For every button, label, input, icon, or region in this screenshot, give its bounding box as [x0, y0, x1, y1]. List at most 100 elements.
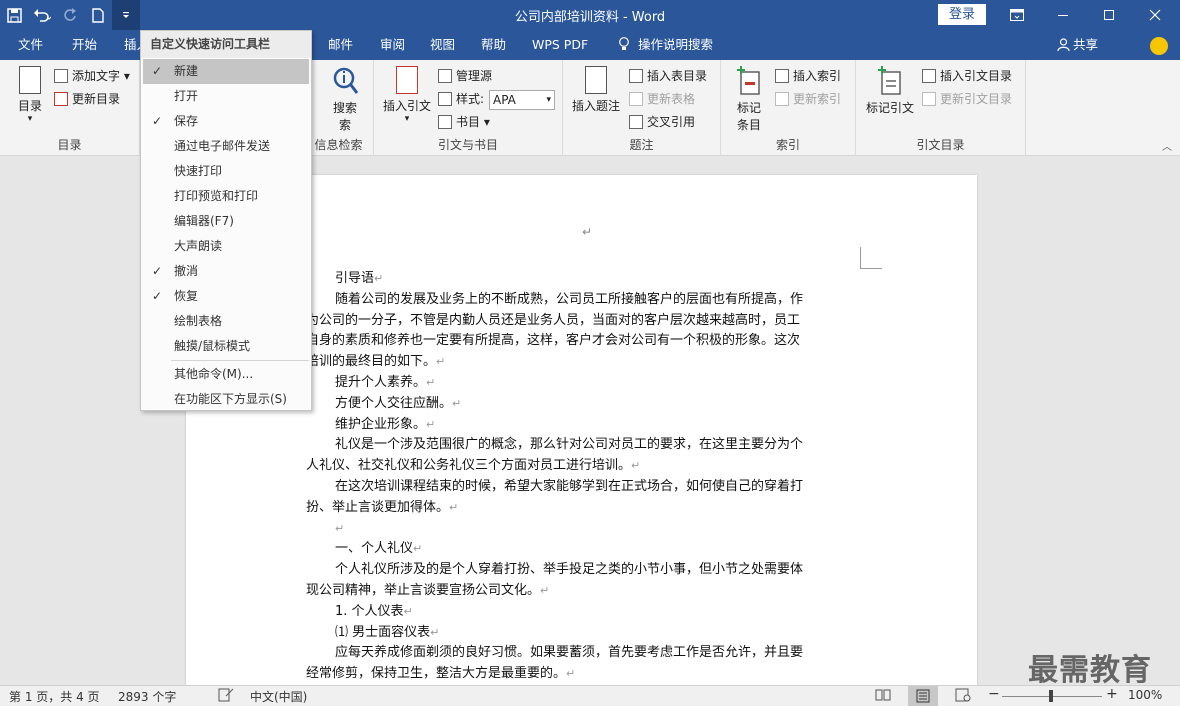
feedback-smiley-icon[interactable] — [1150, 37, 1168, 55]
insert-index-icon — [775, 69, 789, 83]
menu-item-label: 快速打印 — [174, 164, 223, 178]
more-commands-item[interactable]: 其他命令(M)... — [143, 362, 309, 387]
qat-menu-item[interactable]: ✓ 新建 — [143, 59, 309, 84]
search-button[interactable]: 搜索 索 — [330, 66, 360, 133]
tab-view[interactable]: 视图 — [422, 30, 463, 60]
minimize-icon[interactable] — [1040, 0, 1086, 30]
qat-menu-item[interactable]: ✓ 撤消 — [143, 259, 309, 284]
read-mode-icon[interactable] — [875, 688, 891, 705]
status-bar: 第 1 页，共 4 页 2893 个字 中文(中国) − + 100% — [0, 685, 1180, 706]
zoom-in-button[interactable]: + — [1106, 686, 1118, 702]
maximize-icon[interactable] — [1086, 0, 1132, 30]
line-text: 维护企业形象。 — [335, 416, 427, 432]
ribbon-display-options-icon[interactable] — [994, 0, 1040, 30]
insert-table-of-figures-button[interactable]: 插入表目录 — [627, 66, 707, 86]
web-layout-icon[interactable] — [955, 688, 971, 705]
toc-button[interactable]: 目录 ▾ — [10, 66, 50, 124]
print-layout-icon[interactable] — [908, 686, 938, 706]
menu-item-label: 通过电子邮件发送 — [174, 139, 271, 153]
customize-qat-dropdown-icon[interactable] — [112, 0, 140, 30]
group-research: 搜索 索 信息检索 — [312, 60, 374, 156]
document-line: 方便个人交往应酬。↵ — [306, 394, 858, 415]
document-body[interactable]: 引导语↵ 随着公司的发展及业务上的不断成熟，公司员工所接触客户的层面也有所提高，作… — [306, 269, 858, 685]
qat-menu-item[interactable]: 通过电子邮件发送 — [143, 134, 309, 159]
insert-toa-button[interactable]: 插入引文目录 — [920, 66, 1012, 86]
document-line: ↵ — [306, 519, 858, 540]
update-table-button[interactable]: 更新表格 — [627, 89, 695, 109]
line-text: ⑴ 男士面容仪表 — [335, 624, 431, 640]
word-count[interactable]: 2893 个字 — [118, 688, 176, 705]
paragraph-mark: ↵ — [449, 500, 459, 514]
qat-menu-item[interactable]: 打开 — [143, 84, 309, 109]
proofing-icon[interactable] — [218, 688, 234, 705]
line-text: 提升个人素养。 — [335, 374, 427, 390]
tab-help[interactable]: 帮助 — [473, 30, 514, 60]
chevron-down-icon: ▾ — [546, 95, 551, 105]
update-index-button[interactable]: 更新索引 — [773, 89, 841, 109]
qat-menu-item[interactable]: 大声朗读 — [143, 234, 309, 259]
insert-index-button[interactable]: 插入索引 — [773, 66, 841, 86]
qat-menu-item[interactable]: 打印预览和打印 — [143, 184, 309, 209]
qat-menu-item[interactable]: 快速打印 — [143, 159, 309, 184]
paragraph-mark: ↵ — [426, 417, 436, 431]
paragraph-mark: ↵ — [374, 272, 384, 285]
add-text-icon — [54, 69, 68, 83]
show-below-ribbon-item[interactable]: 在功能区下方显示(S) — [143, 387, 309, 412]
title-bar: 公司内部培训资料 - Word 登录 — [0, 0, 1180, 30]
qat-menu-item[interactable]: ✓ 保存 — [143, 109, 309, 134]
close-icon[interactable] — [1132, 0, 1178, 30]
customize-qat-menu: 自定义快速访问工具栏 ✓ 新建 打开 ✓ 保存 通过电子邮件发送 快速打印 打印预览和打印 编辑… — [140, 30, 312, 411]
menu-item-label: 撤消 — [174, 264, 199, 278]
zoom-level[interactable]: 100% — [1128, 688, 1162, 702]
tab-mailings[interactable]: 邮件 — [320, 30, 361, 60]
mark-citation-button[interactable]: 标记引文 — [862, 66, 918, 116]
tab-wps-pdf[interactable]: WPS PDF — [524, 30, 596, 60]
group-label-citations: 引文与书目 — [437, 138, 498, 152]
manage-sources-button[interactable]: 管理源 — [436, 66, 492, 86]
undo-icon[interactable] — [28, 0, 56, 30]
insert-caption-button[interactable]: 插入题注 — [571, 66, 621, 114]
collapse-ribbon-icon[interactable]: ︿ — [1162, 138, 1172, 153]
update-toc-button[interactable]: 更新目录 — [52, 89, 120, 109]
share-button[interactable]: 共享 — [1057, 30, 1098, 60]
paragraph-mark: ↵ — [540, 583, 550, 597]
tab-file[interactable]: 文件 — [10, 30, 51, 60]
new-document-icon[interactable] — [84, 0, 112, 30]
line-text: 培训的最终目的如下。 — [306, 354, 437, 370]
line-text: 人礼仪、社交礼仪和公务礼仪三个方面对员工进行培训。 — [306, 458, 632, 474]
document-line: 培训的最终目的如下。↵ — [306, 352, 858, 373]
bibliography-button[interactable]: 书目 ▾ — [436, 112, 490, 132]
mark-entry-button[interactable]: 标记 条目 — [731, 66, 767, 133]
redo-icon[interactable] — [56, 0, 84, 30]
manage-sources-icon — [438, 69, 452, 83]
page-count[interactable]: 第 1 页，共 4 页 — [9, 688, 100, 705]
tab-review[interactable]: 审阅 — [372, 30, 413, 60]
document-line: 在这次培训课程结束的时候，希望大家能够学到在正式场合，如何使自己的穿着打 — [306, 477, 858, 498]
tab-home[interactable]: 开始 — [64, 30, 105, 60]
language-indicator[interactable]: 中文(中国) — [250, 688, 307, 705]
qat-menu-item[interactable]: 编辑器(F7) — [143, 209, 309, 234]
cross-reference-button[interactable]: 交叉引用 — [627, 112, 695, 132]
zoom-slider-thumb[interactable] — [1049, 690, 1053, 702]
share-label: 共享 — [1072, 37, 1098, 52]
paragraph-mark: ↵ — [413, 542, 423, 556]
group-label-toc: 目录 — [57, 138, 82, 152]
qat-menu-item[interactable]: ✓ 恢复 — [143, 284, 309, 309]
qat-menu-item[interactable]: 绘制表格 — [143, 309, 309, 334]
document-line: 个人礼仪所涉及的是个人穿着打扮、举手投足之类的小节小事，但小节之处需要体 — [306, 560, 858, 581]
paragraph-mark: ↵ — [582, 225, 593, 239]
tell-me-search[interactable]: 操作说明搜索 — [610, 30, 721, 60]
update-toa-button[interactable]: 更新引文目录 — [920, 89, 1012, 109]
zoom-out-button[interactable]: − — [988, 686, 1000, 702]
qat-menu-item[interactable]: 触摸/鼠标模式 — [143, 334, 309, 359]
login-button[interactable]: 登录 — [938, 4, 986, 25]
line-text: 为公司的一分子，不管是内勤人员还是业务人员，当面对的客户层次越来越高时，员工 — [306, 312, 801, 328]
insert-citation-button[interactable]: 插入引文 ▾ — [382, 66, 432, 124]
add-text-button[interactable]: 添加文字 ▾ — [52, 66, 130, 86]
citation-style-select[interactable]: APA ▾ — [489, 90, 555, 110]
line-text: 随着公司的发展及业务上的不断成熟，公司员工所接触客户的层面也有所提高，作 — [335, 291, 804, 307]
document-line: 提升个人素养。↵ — [306, 373, 858, 394]
margin-corner-mark — [860, 247, 882, 269]
save-icon[interactable] — [0, 0, 28, 30]
checkmark-icon: ✓ — [152, 264, 163, 278]
